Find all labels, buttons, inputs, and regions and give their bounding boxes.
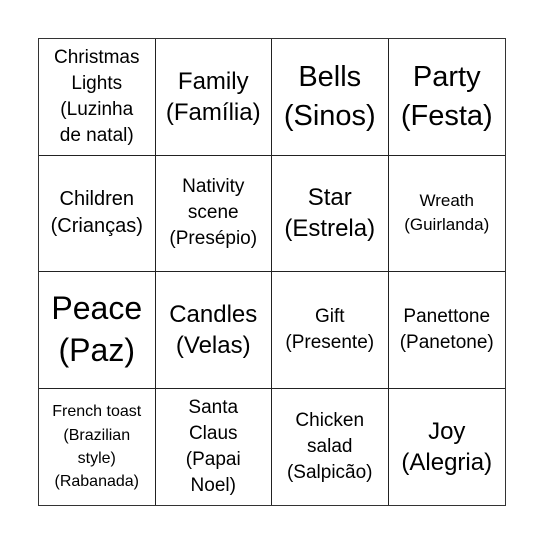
bingo-cell-santa-claus[interactable]: Santa Claus (Papai Noel): [156, 388, 272, 505]
bingo-cell-bells[interactable]: Bells (Sinos): [272, 39, 389, 156]
bingo-cell-nativity-scene[interactable]: Nativity scene (Presépio): [155, 155, 272, 272]
bingo-cell-gift[interactable]: Gift (Presente): [272, 272, 389, 389]
bingo-cell-chicken-salad[interactable]: Chicken salad (Salpicão): [272, 388, 389, 505]
bingo-cell-children[interactable]: Children (Crianças): [39, 155, 156, 272]
bingo-cell-star[interactable]: Star (Estrela): [272, 155, 389, 272]
bingo-cell-wreath[interactable]: Wreath (Guirlanda): [388, 156, 505, 272]
bingo-cell-candles[interactable]: Candles (Velas): [155, 272, 272, 389]
bingo-cell-panettone[interactable]: Panettone (Panetone): [388, 272, 505, 389]
bingo-cell-family[interactable]: Family (Família): [155, 39, 272, 156]
bingo-cell-party[interactable]: Party (Festa): [388, 39, 505, 156]
bingo-cell-peace[interactable]: Peace (Paz): [39, 272, 156, 389]
bingo-board: Christmas Lights (Luzinha de natal) Fami…: [38, 38, 506, 506]
bingo-cell-french-toast[interactable]: French toast (Brazilian style) (Rabanada…: [39, 388, 156, 505]
bingo-cell-joy[interactable]: Joy (Alegria): [389, 389, 506, 506]
bingo-cell-christmas-lights[interactable]: Christmas Lights (Luzinha de natal): [39, 39, 156, 156]
